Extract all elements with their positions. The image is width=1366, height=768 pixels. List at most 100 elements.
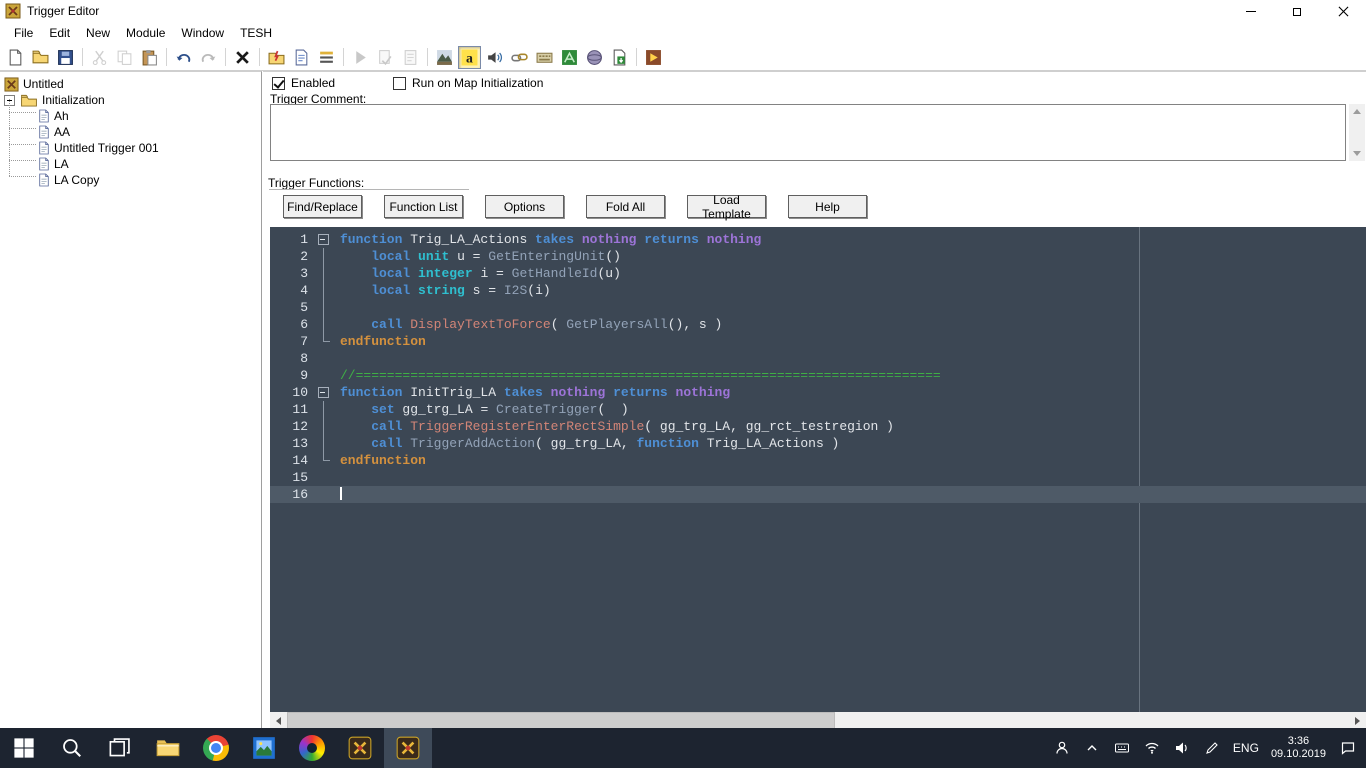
code-line-9[interactable]: 9 //=====================================… [270, 367, 1366, 384]
color-app-icon[interactable] [288, 728, 336, 768]
campaign-editor-icon[interactable] [533, 46, 556, 69]
new-trigger-icon[interactable] [290, 46, 313, 69]
code-text: set gg_trg_LA = CreateTrigger( ) [371, 402, 629, 417]
tree-root-untitled[interactable]: Untitled [0, 76, 261, 92]
export-script-icon[interactable] [399, 46, 422, 69]
new-map-icon[interactable] [4, 46, 27, 69]
code-line-2[interactable]: 2 local unit u = GetEnteringUnit() [270, 248, 1366, 265]
world-editor-active-icon[interactable] [384, 728, 432, 768]
tree-item-la-copy[interactable]: LA Copy [0, 172, 261, 188]
run-on-map-init-checkbox[interactable]: Run on Map Initialization [393, 76, 543, 90]
code-line-10[interactable]: 10 function InitTrig_LA takes nothing ret… [270, 384, 1366, 401]
paste-icon[interactable] [138, 46, 161, 69]
minimize-button[interactable] [1228, 0, 1274, 22]
hidden-icons-chevron[interactable] [1083, 739, 1101, 757]
code-line-16[interactable]: 16 [270, 486, 1366, 503]
clock[interactable]: 3:36 09.10.2019 [1271, 735, 1326, 761]
scrollbar-thumb[interactable] [287, 712, 835, 729]
code-line-12[interactable]: 12 call TriggerRegisterEnterRectSimple( … [270, 418, 1366, 435]
delete-icon[interactable] [231, 46, 254, 69]
chrome-icon[interactable] [192, 728, 240, 768]
horizontal-scrollbar[interactable] [270, 712, 1366, 729]
scroll-up-button[interactable] [1349, 104, 1365, 119]
menu-new[interactable]: New [78, 24, 118, 42]
network-icon[interactable] [1143, 739, 1161, 757]
menu-edit[interactable]: Edit [41, 24, 78, 42]
volume-icon[interactable] [1173, 739, 1191, 757]
code-line-6[interactable]: 6 call DisplayTextToForce( GetPlayersAll… [270, 316, 1366, 333]
save-map-icon[interactable] [54, 46, 77, 69]
new-category-icon[interactable] [265, 46, 288, 69]
task-view-button[interactable] [96, 728, 144, 768]
fold-all-button[interactable]: Fold All [586, 195, 665, 218]
line-number: 13 [292, 436, 308, 451]
toolbar-separator [82, 48, 83, 66]
code-line-15[interactable]: 15 [270, 469, 1366, 486]
run-trigger-icon[interactable] [349, 46, 372, 69]
tree-item-ah[interactable]: Ah [0, 108, 261, 124]
object-manager-icon[interactable] [583, 46, 606, 69]
code-text: endfunction [340, 453, 426, 468]
enabled-checkbox-box[interactable] [272, 76, 285, 90]
touch-keyboard-icon[interactable] [1113, 739, 1131, 757]
start-button[interactable] [0, 728, 48, 768]
fold-toggle-icon[interactable] [316, 384, 332, 401]
code-line-14[interactable]: 14 endfunction [270, 452, 1366, 469]
check-syntax-icon[interactable] [374, 46, 397, 69]
options-button[interactable]: Options [485, 195, 564, 218]
trigger-comment-input[interactable] [270, 104, 1346, 161]
cut-icon[interactable] [88, 46, 111, 69]
ai-editor-icon[interactable] [558, 46, 581, 69]
test-map-icon[interactable] [642, 46, 665, 69]
new-script-icon[interactable] [315, 46, 338, 69]
tree-item-aa[interactable]: AA [0, 124, 261, 140]
taskbar-apps [0, 728, 432, 768]
import-manager-icon[interactable] [608, 46, 631, 69]
terrain-editor-icon[interactable] [433, 46, 456, 69]
help-button[interactable]: Help [788, 195, 867, 218]
code-line-3[interactable]: 3 local integer i = GetHandleId(u) [270, 265, 1366, 282]
tree-item-la[interactable]: LA [0, 156, 261, 172]
code-line-4[interactable]: 4 local string s = I2S(i) [270, 282, 1366, 299]
undo-icon[interactable] [172, 46, 195, 69]
code-editor[interactable]: 1 function Trig_LA_Actions takes nothing … [270, 227, 1366, 712]
scroll-left-button[interactable] [270, 712, 287, 729]
function-list-button[interactable]: Function List [384, 195, 463, 218]
notification-center-icon[interactable] [1338, 738, 1358, 758]
search-button[interactable] [48, 728, 96, 768]
fold-toggle-icon[interactable] [316, 231, 332, 248]
menu-file[interactable]: File [6, 24, 41, 42]
copy-icon[interactable] [113, 46, 136, 69]
run-on-map-init-checkbox-box[interactable] [393, 76, 406, 90]
restore-button[interactable] [1274, 0, 1320, 22]
language-indicator[interactable]: ENG [1233, 741, 1259, 755]
code-line-8[interactable]: 8 [270, 350, 1366, 367]
find-replace-button[interactable]: Find/Replace [283, 195, 362, 218]
code-line-7[interactable]: 7 endfunction [270, 333, 1366, 350]
scroll-right-button[interactable] [1349, 712, 1366, 729]
photos-icon[interactable] [240, 728, 288, 768]
object-editor-icon[interactable] [508, 46, 531, 69]
open-map-icon[interactable] [29, 46, 52, 69]
code-line-11[interactable]: 11 set gg_trg_LA = CreateTrigger( ) [270, 401, 1366, 418]
menu-tesh[interactable]: TESH [232, 24, 280, 42]
menu-window[interactable]: Window [173, 24, 232, 42]
scroll-down-button[interactable] [1349, 146, 1365, 161]
sound-editor-icon[interactable] [483, 46, 506, 69]
comment-scrollbar[interactable] [1349, 104, 1365, 161]
file-explorer-icon[interactable] [144, 728, 192, 768]
trigger-editor-icon[interactable]: a [458, 45, 481, 69]
people-icon[interactable] [1053, 739, 1071, 757]
code-line-13[interactable]: 13 call TriggerAddAction( gg_trg_LA, fun… [270, 435, 1366, 452]
menu-module[interactable]: Module [118, 24, 173, 42]
load-template-button[interactable]: Load Template [687, 193, 766, 221]
line-number: 12 [292, 419, 308, 434]
code-line-1[interactable]: 1 function Trig_LA_Actions takes nothing … [270, 231, 1366, 248]
code-line-5[interactable]: 5 [270, 299, 1366, 316]
close-button[interactable] [1320, 0, 1366, 22]
tree-category-initialization[interactable]: Initialization [0, 92, 261, 108]
tree-item-untitled-trigger-001[interactable]: Untitled Trigger 001 [0, 140, 261, 156]
world-editor-icon[interactable] [336, 728, 384, 768]
redo-icon[interactable] [197, 46, 220, 69]
pen-icon[interactable] [1203, 739, 1221, 757]
